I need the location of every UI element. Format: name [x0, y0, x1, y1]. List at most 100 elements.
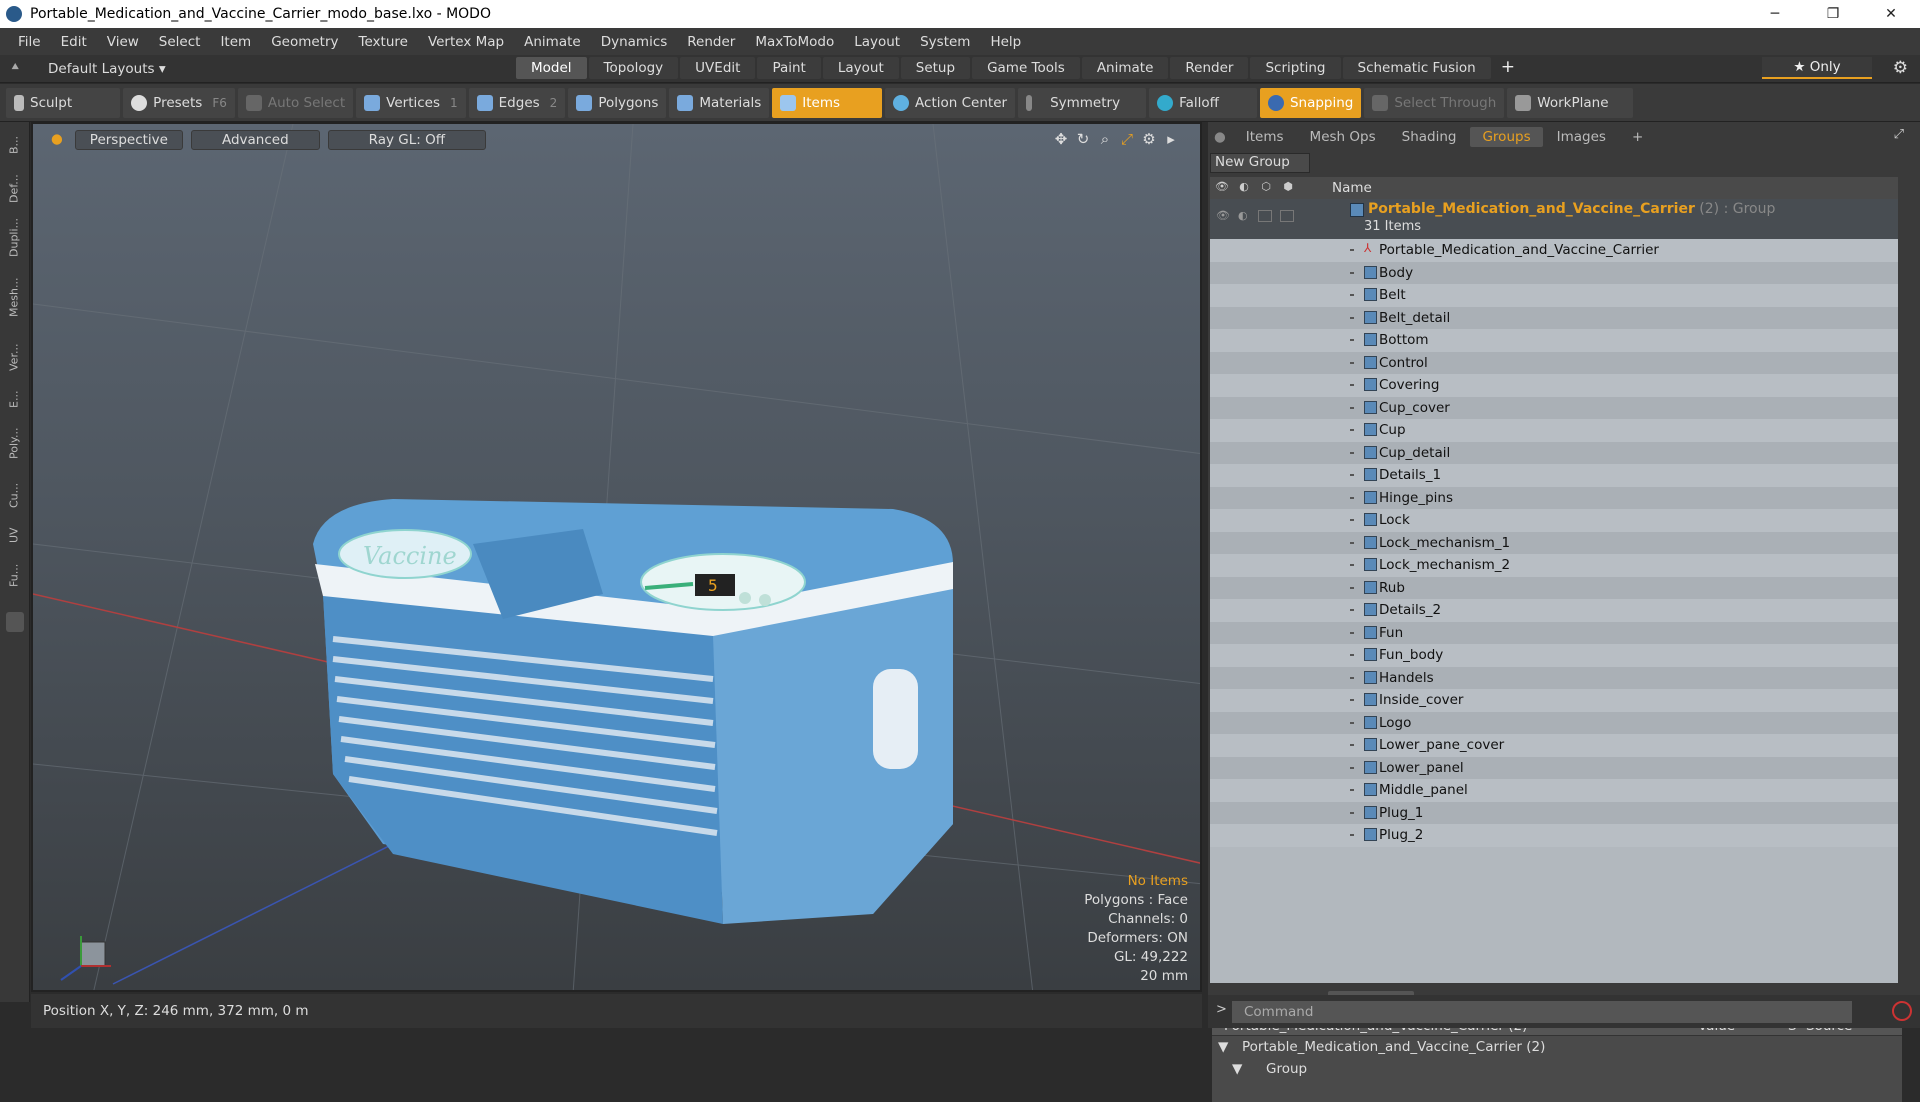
list-item[interactable]: Fun_body [1210, 644, 1898, 667]
materials-button[interactable]: Materials [669, 87, 770, 118]
list-item[interactable]: Control [1210, 351, 1898, 374]
tab-game-tools[interactable]: Game Tools [972, 57, 1080, 79]
visibility-eye-icon[interactable]: 👁 [1212, 180, 1232, 196]
list-item[interactable]: Rub [1210, 576, 1898, 599]
perspective-dropdown[interactable]: Perspective [74, 130, 183, 150]
viewport-settings-icon[interactable]: ⚙ [1138, 130, 1160, 148]
action-center-button[interactable]: Action Center [885, 87, 1016, 118]
left-tab-dupli[interactable]: Dupli... [6, 217, 22, 256]
default-layouts-dropdown[interactable]: Default Layouts ▾ [48, 61, 166, 77]
snapping-button[interactable]: Snapping [1259, 87, 1362, 118]
list-item[interactable]: ⅄ Portable_Medication_and_Vaccine_Carrier [1210, 239, 1898, 262]
menu-dynamics[interactable]: Dynamics [591, 34, 678, 50]
viewport-menu-arrow-icon[interactable]: ▸ [1160, 130, 1182, 148]
zoom-icon[interactable]: ⌕ [1094, 130, 1116, 148]
tab-images[interactable]: Images [1545, 127, 1618, 147]
list-item[interactable]: Cup_cover [1210, 396, 1898, 419]
maximize-icon[interactable]: ⤢ [1116, 130, 1138, 148]
list-item[interactable]: Lock [1210, 509, 1898, 532]
list-item[interactable]: Bottom [1210, 329, 1898, 352]
menu-system[interactable]: System [910, 34, 980, 50]
tab-model[interactable]: Model [516, 57, 587, 79]
gear-icon[interactable]: ⚙ [1893, 58, 1908, 78]
menu-geometry[interactable]: Geometry [261, 34, 348, 50]
vertices-button[interactable]: Vertices 1 [356, 87, 466, 118]
list-item[interactable]: Covering [1210, 374, 1898, 397]
list-item[interactable]: Details_2 [1210, 599, 1898, 622]
group-row[interactable]: 👁 ◐ Portable_Medication_and_Vaccine_Carr… [1210, 199, 1898, 239]
menu-texture[interactable]: Texture [349, 34, 418, 50]
symmetry-button[interactable]: Symmetry [1018, 87, 1147, 118]
move-icon[interactable]: ✥ [1050, 130, 1072, 148]
list-item[interactable]: Middle_panel [1210, 779, 1898, 802]
list-item[interactable]: Body [1210, 261, 1898, 284]
falloff-button[interactable]: Falloff [1149, 87, 1257, 118]
list-item[interactable]: Lower_panel [1210, 756, 1898, 779]
items-button[interactable]: Items [772, 87, 883, 118]
workplane-button[interactable]: WorkPlane [1507, 87, 1633, 118]
edges-button[interactable]: Edges 2 [468, 87, 566, 118]
minimize-icon[interactable]: ─ [1746, 0, 1804, 28]
left-tab-e[interactable]: E... [6, 384, 22, 414]
menu-render[interactable]: Render [677, 34, 745, 50]
left-tab-ver[interactable]: Ver... [6, 342, 22, 372]
left-tab-def[interactable]: Def... [6, 174, 22, 204]
lock-icon[interactable]: ⬡ [1256, 180, 1276, 196]
presets-button[interactable]: Presets F6 [123, 87, 235, 118]
group-visibility-icon[interactable]: 👁 [1216, 209, 1230, 222]
list-item[interactable]: Belt [1210, 284, 1898, 307]
tab-paint[interactable]: Paint [757, 57, 821, 79]
tab-mesh-ops[interactable]: Mesh Ops [1298, 127, 1388, 147]
add-panel-tab-icon[interactable]: + [1620, 127, 1655, 147]
tab-topology[interactable]: Topology [588, 57, 679, 79]
list-item[interactable]: Details_1 [1210, 464, 1898, 487]
panel-expand-icon[interactable]: ⤢ [1894, 127, 1904, 142]
polygons-button[interactable]: Polygons [568, 87, 667, 118]
list-item[interactable]: Plug_2 [1210, 824, 1898, 847]
group-lock-box[interactable] [1258, 210, 1272, 222]
select-through-button[interactable]: Select Through [1364, 87, 1505, 118]
collapse-arrow-icon[interactable]: ⯅ [10, 60, 20, 75]
expand-arrow-icon[interactable]: ▼ [1218, 1039, 1228, 1055]
menu-edit[interactable]: Edit [51, 34, 97, 50]
list-item[interactable]: Inside_cover [1210, 689, 1898, 712]
advanced-dropdown[interactable]: Advanced [190, 130, 320, 150]
list-item[interactable]: Lock_mechanism_1 [1210, 531, 1898, 554]
menu-maxtomodo[interactable]: MaxToModo [745, 34, 844, 50]
raygl-toggle[interactable]: Ray GL: Off [327, 130, 487, 150]
record-icon[interactable] [1892, 1001, 1912, 1021]
group-render-icon[interactable]: ◐ [1238, 209, 1248, 222]
tab-uvedit[interactable]: UVEdit [680, 57, 756, 79]
rotate-icon[interactable]: ↻ [1072, 130, 1094, 148]
list-item[interactable]: Fun [1210, 621, 1898, 644]
only-toggle[interactable]: ★ Only [1762, 57, 1872, 79]
menu-view[interactable]: View [97, 34, 149, 50]
channels-row-group[interactable]: ▼ Group [1212, 1058, 1902, 1080]
close-icon[interactable]: ✕ [1862, 0, 1920, 28]
tab-setup[interactable]: Setup [900, 57, 971, 79]
tab-animate[interactable]: Animate [1081, 57, 1169, 79]
menu-file[interactable]: File [8, 34, 51, 50]
menu-vertex-map[interactable]: Vertex Map [418, 34, 514, 50]
left-tool-extra-button[interactable] [6, 612, 24, 632]
render-icon[interactable]: ◐ [1234, 180, 1254, 196]
left-tab-b[interactable]: B... [6, 130, 22, 160]
tab-layout[interactable]: Layout [822, 57, 899, 79]
menu-help[interactable]: Help [980, 34, 1031, 50]
list-item[interactable]: Cup_detail [1210, 441, 1898, 464]
list-item[interactable]: Belt_detail [1210, 306, 1898, 329]
menu-item[interactable]: Item [210, 34, 261, 50]
tab-scripting[interactable]: Scripting [1250, 57, 1341, 79]
list-item[interactable]: Handels [1210, 666, 1898, 689]
menu-animate[interactable]: Animate [514, 34, 591, 50]
add-tab-icon[interactable]: + [1493, 57, 1523, 79]
channels-row-root[interactable]: ▼ Portable_Medication_and_Vaccine_Carrie… [1212, 1036, 1902, 1058]
select-icon[interactable]: ⬢ [1278, 180, 1298, 196]
left-tab-uv[interactable]: UV [6, 520, 22, 550]
sculpt-button[interactable]: Sculpt [6, 87, 121, 118]
tab-groups[interactable]: Groups [1470, 127, 1543, 147]
restore-icon[interactable]: ❐ [1804, 0, 1862, 28]
3d-viewport[interactable]: Vaccine 5 ● Perspective Advanced Ray GL:… [31, 122, 1202, 992]
list-item[interactable]: Plug_1 [1210, 801, 1898, 824]
list-item[interactable]: Lower_pane_cover [1210, 734, 1898, 757]
